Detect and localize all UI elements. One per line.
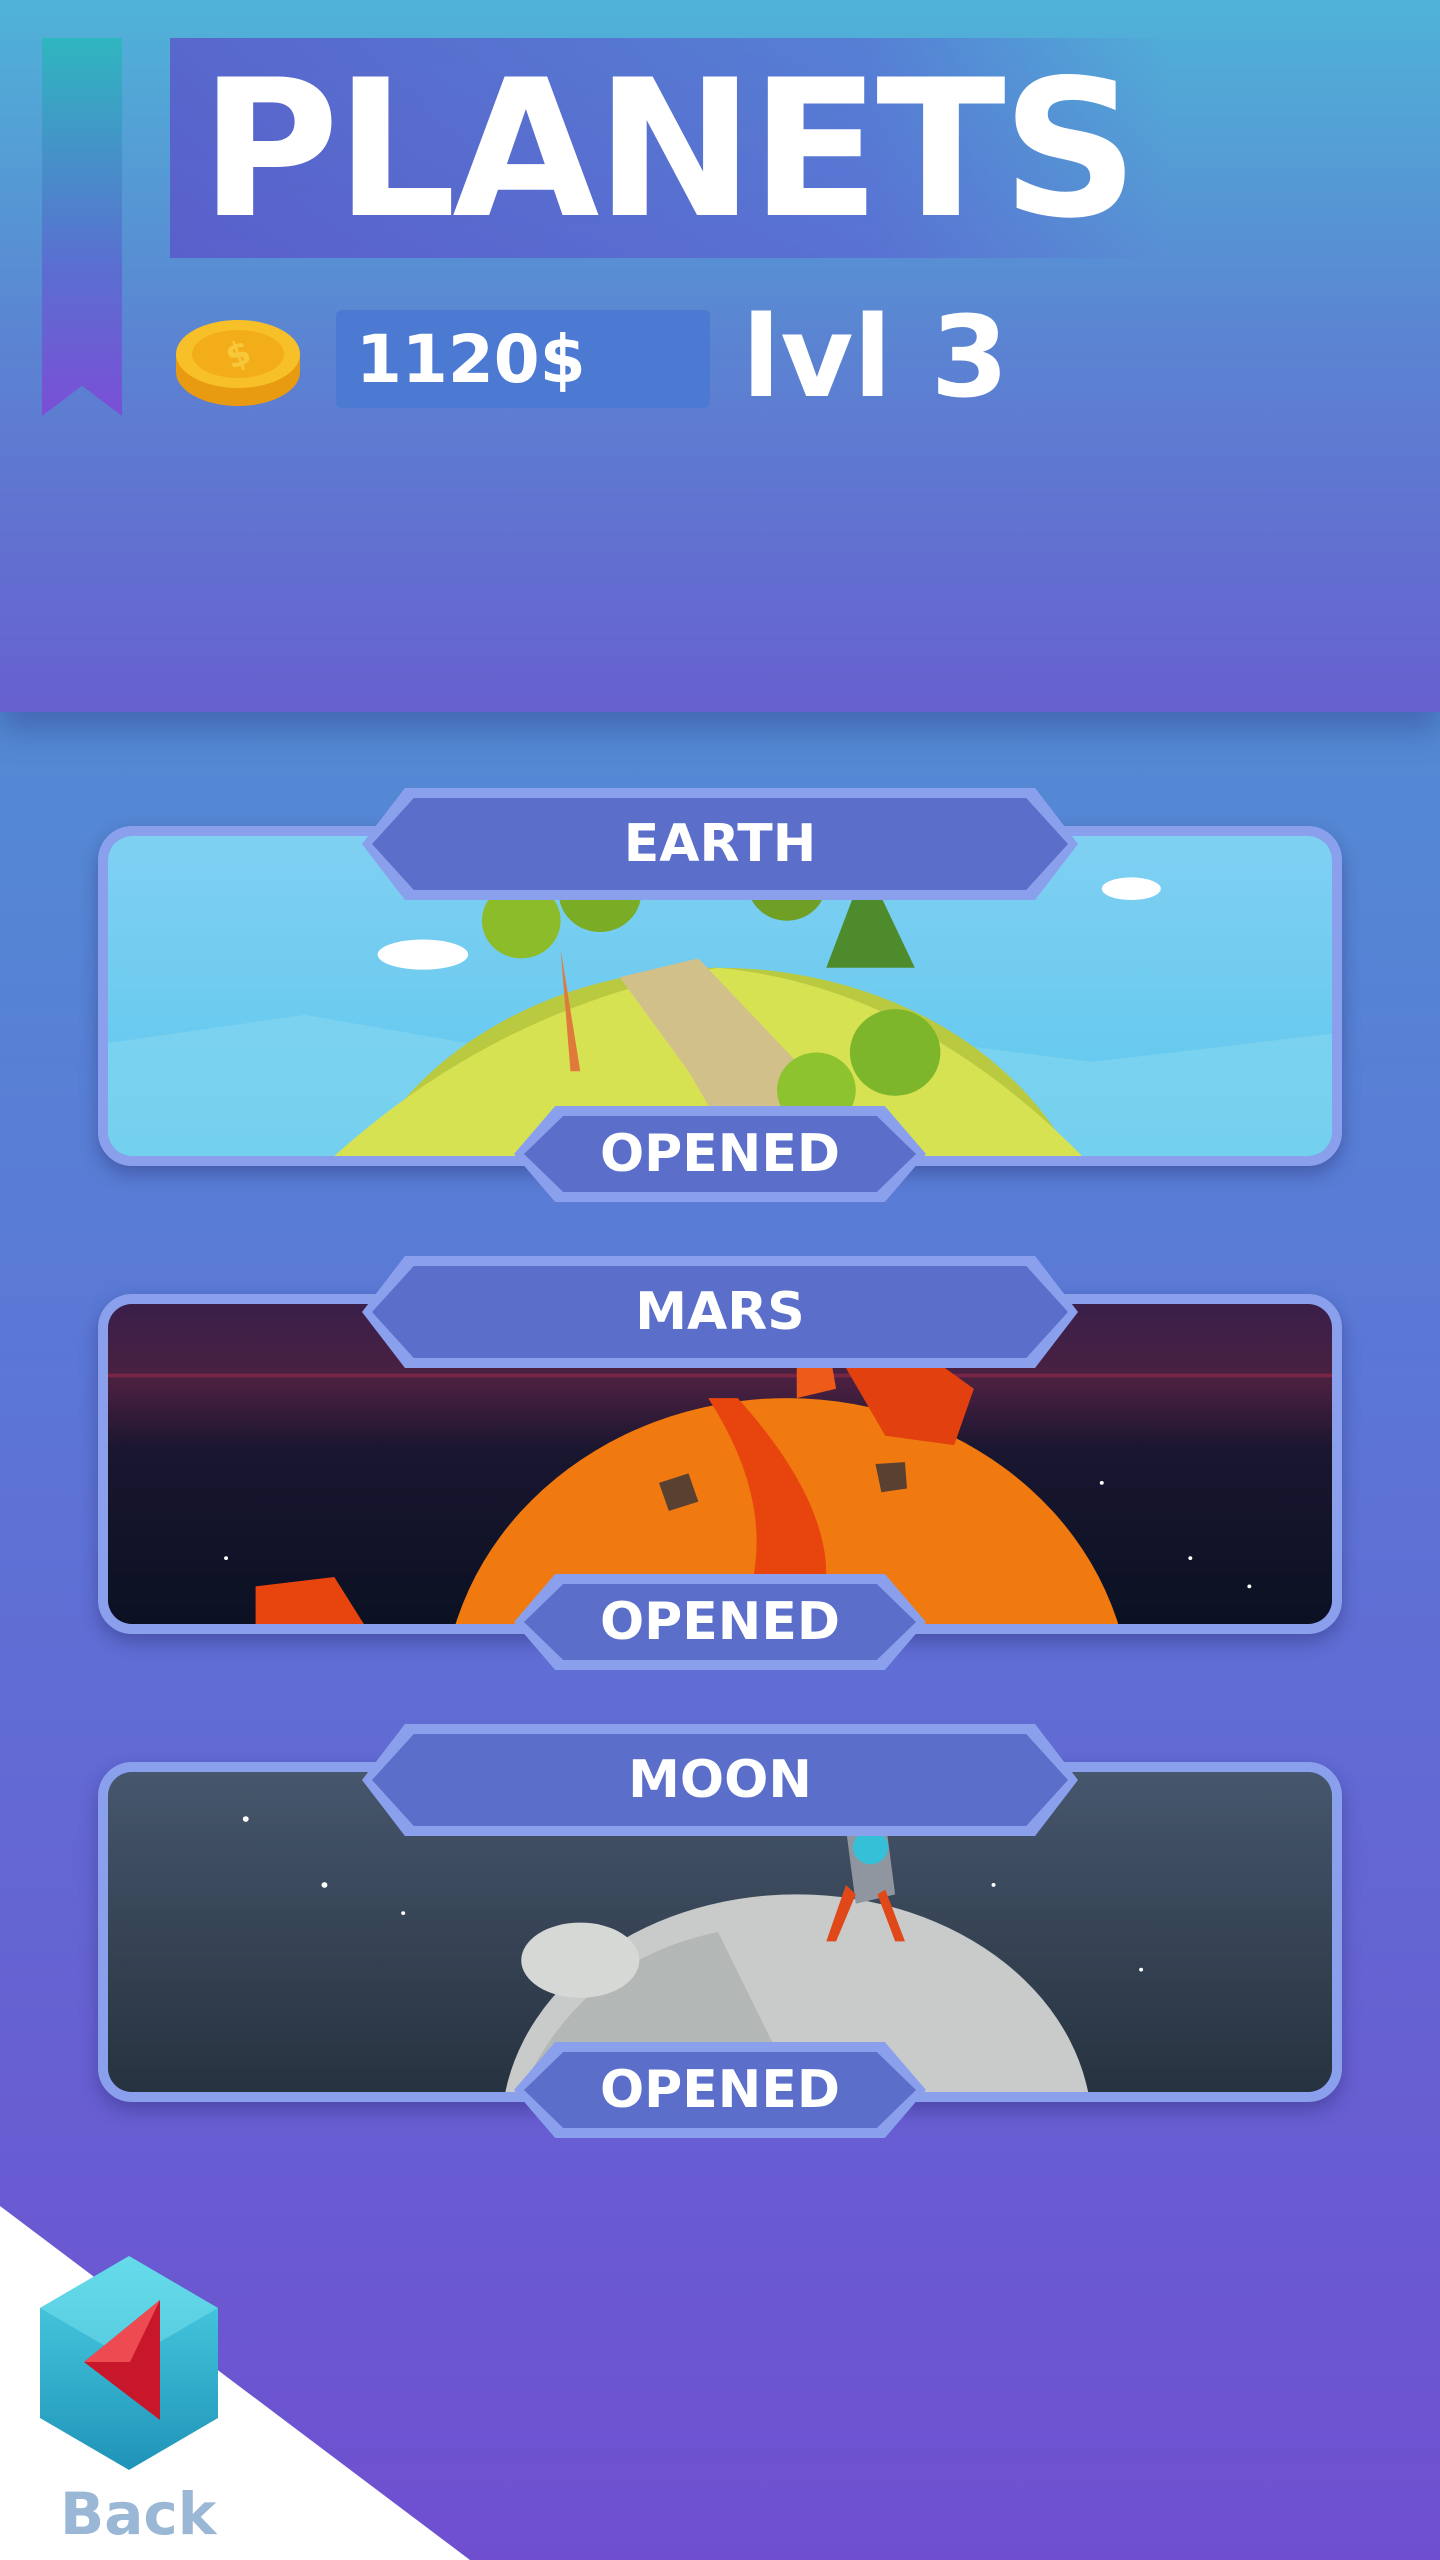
page-title: PLANETS [200, 39, 1139, 260]
planet-name-earth: EARTH [372, 798, 1068, 890]
level-indicator: lvl 3 [742, 293, 1009, 423]
bookmark-ribbon [42, 38, 122, 416]
gold-coin-icon: $ [176, 320, 300, 406]
back-button[interactable] [34, 2252, 224, 2474]
planet-status-mars: OPENED [524, 1584, 916, 1660]
back-label[interactable]: Back [60, 2474, 216, 2554]
planet-name-mars: MARS [372, 1266, 1068, 1358]
planet-status-moon: OPENED [524, 2052, 916, 2128]
planet-status-earth: OPENED [524, 1116, 916, 1192]
planet-name-moon: MOON [372, 1734, 1068, 1826]
money-counter: 1120$ [356, 321, 586, 398]
